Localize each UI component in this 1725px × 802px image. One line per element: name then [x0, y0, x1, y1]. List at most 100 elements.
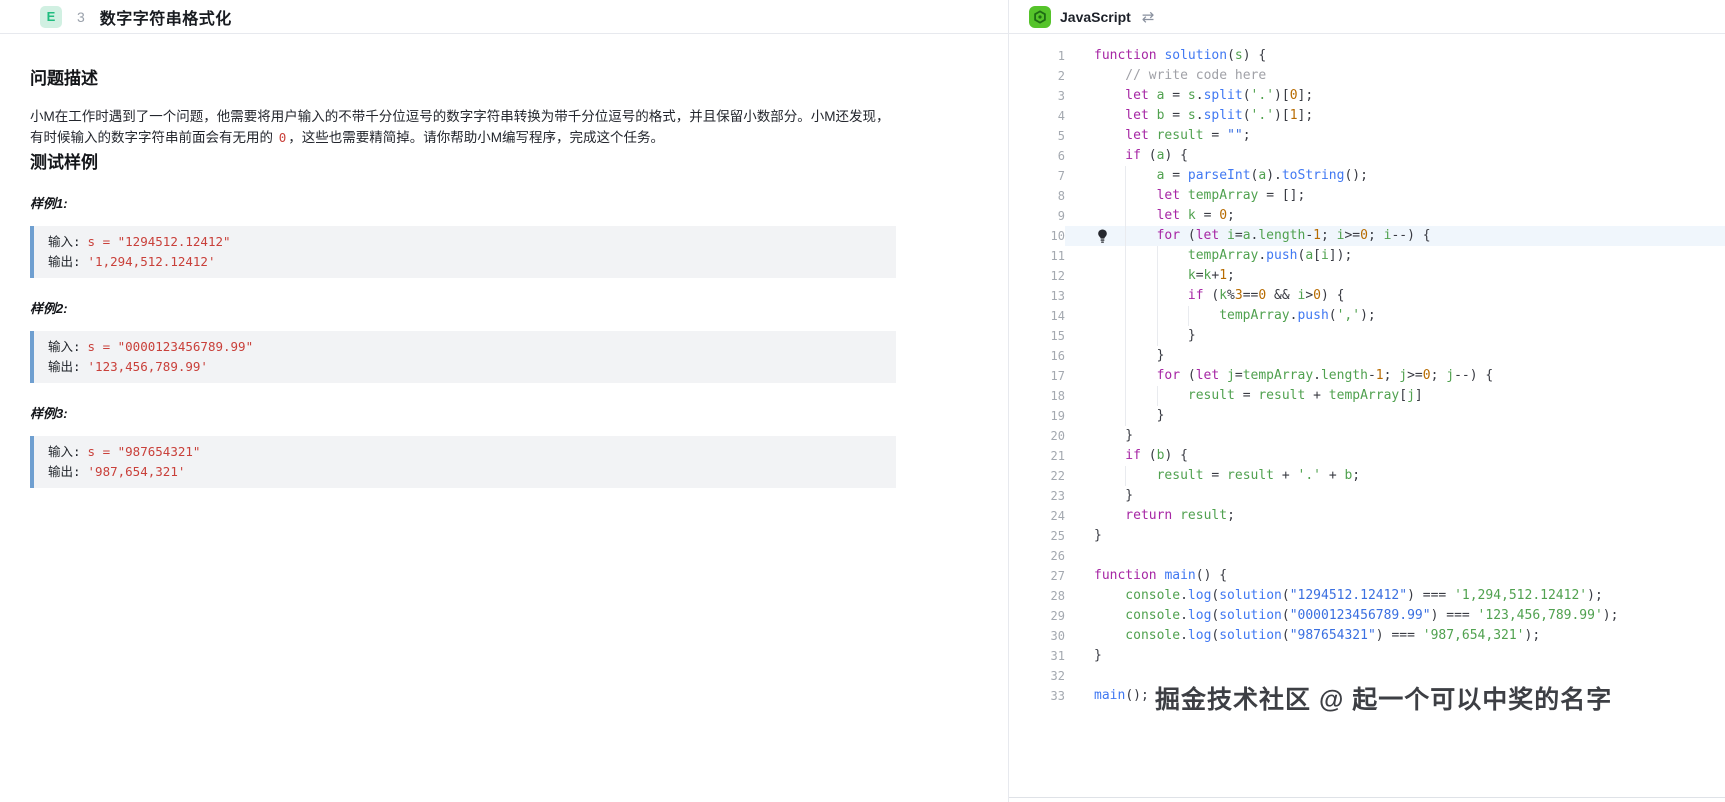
gutter [1065, 406, 1094, 426]
input-label: 输入: [48, 339, 81, 354]
code-line-16[interactable]: 16} [1009, 346, 1725, 366]
gutter [1065, 346, 1094, 366]
code-text [1094, 666, 1725, 686]
line-number[interactable]: 23 [1009, 486, 1065, 506]
output-label: 输出: [48, 464, 81, 479]
code-line-4[interactable]: 4 let b = s.split('.')[1]; [1009, 106, 1725, 126]
code-line-11[interactable]: 11 tempArray.push(a[i]); [1009, 246, 1725, 266]
line-number[interactable]: 30 [1009, 626, 1065, 646]
line-number[interactable]: 7 [1009, 166, 1065, 186]
gutter [1065, 146, 1094, 166]
code-line-2[interactable]: 2// write code here [1009, 66, 1725, 86]
line-number[interactable]: 4 [1009, 106, 1065, 126]
code-line-25[interactable]: 25} [1009, 526, 1725, 546]
code-line-17[interactable]: 17for (let j=tempArray.length-1; j>=0; j… [1009, 366, 1725, 386]
gutter [1065, 566, 1094, 586]
code-line-10[interactable]: 10for (let i=a.length-1; i>=0; i--) { [1009, 226, 1725, 246]
code-line-15[interactable]: 15} [1009, 326, 1725, 346]
gutter [1065, 106, 1094, 126]
code-line-3[interactable]: 3let a = s.split('.')[0]; [1009, 86, 1725, 106]
code-line-22[interactable]: 22result = result + '.' + b; [1009, 466, 1725, 486]
output-label: 输出: [48, 359, 81, 374]
line-number[interactable]: 32 [1009, 666, 1065, 686]
code-text: } [1094, 426, 1725, 446]
line-number[interactable]: 13 [1009, 286, 1065, 306]
input-value: s = "0000123456789.99" [88, 339, 254, 354]
line-number[interactable]: 28 [1009, 586, 1065, 606]
code-text: let b = s.split('.')[1]; [1094, 106, 1725, 126]
line-number[interactable]: 21 [1009, 446, 1065, 466]
code-line-18[interactable]: 18result = result + tempArray[j] [1009, 386, 1725, 406]
problem-title: 数字字符串格式化 [100, 5, 232, 29]
code-editor[interactable]: 1function solution(s) {2// write code he… [1009, 35, 1725, 802]
line-number[interactable]: 14 [1009, 306, 1065, 326]
code-text: if (k%3==0 && i>0) { [1094, 286, 1725, 306]
line-number[interactable]: 15 [1009, 326, 1065, 346]
line-number[interactable]: 12 [1009, 266, 1065, 286]
line-number[interactable]: 20 [1009, 426, 1065, 446]
line-number[interactable]: 9 [1009, 206, 1065, 226]
gutter [1065, 546, 1094, 566]
code-text: } [1094, 486, 1725, 506]
code-line-30[interactable]: 30console.log(solution("987654321") === … [1009, 626, 1725, 646]
line-number[interactable]: 5 [1009, 126, 1065, 146]
line-number[interactable]: 10 [1009, 226, 1065, 246]
line-number[interactable]: 25 [1009, 526, 1065, 546]
line-number[interactable]: 6 [1009, 146, 1065, 166]
line-number[interactable]: 3 [1009, 86, 1065, 106]
code-line-5[interactable]: 5let result = ""; [1009, 126, 1725, 146]
code-line-7[interactable]: 7 a = parseInt(a).toString(); [1009, 166, 1725, 186]
code-line-31[interactable]: 31} [1009, 646, 1725, 666]
example-block-1: 输入:s = "1294512.12412"输出:'1,294,512.1241… [30, 226, 896, 278]
code-line-26[interactable]: 26 [1009, 546, 1725, 566]
output-label: 输出: [48, 254, 81, 269]
gutter [1065, 606, 1094, 626]
line-number[interactable]: 19 [1009, 406, 1065, 426]
code-text: } [1094, 346, 1725, 366]
line-number[interactable]: 8 [1009, 186, 1065, 206]
line-number[interactable]: 11 [1009, 246, 1065, 266]
gutter [1065, 586, 1094, 606]
code-line-14[interactable]: 14tempArray.push(','); [1009, 306, 1725, 326]
gutter [1065, 326, 1094, 346]
editor-panel: JavaScript ⇄ 1function solution(s) {2// … [1008, 0, 1725, 802]
javascript-language-icon [1029, 6, 1051, 28]
line-number[interactable]: 1 [1009, 46, 1065, 66]
line-number[interactable]: 29 [1009, 606, 1065, 626]
code-line-1[interactable]: 1function solution(s) { [1009, 46, 1725, 66]
line-number[interactable]: 33 [1009, 686, 1065, 706]
line-number[interactable]: 26 [1009, 546, 1065, 566]
code-line-20[interactable]: 20} [1009, 426, 1725, 446]
code-line-8[interactable]: 8let tempArray = []; [1009, 186, 1725, 206]
code-line-6[interactable]: 6if (a) { [1009, 146, 1725, 166]
gutter [1065, 486, 1094, 506]
code-text: tempArray.push(a[i]); [1094, 246, 1725, 266]
code-line-28[interactable]: 28console.log(solution("1294512.12412") … [1009, 586, 1725, 606]
line-number[interactable]: 24 [1009, 506, 1065, 526]
code-line-9[interactable]: 9let k = 0; [1009, 206, 1725, 226]
line-number[interactable]: 27 [1009, 566, 1065, 586]
lightbulb-icon[interactable] [1097, 229, 1108, 244]
code-line-13[interactable]: 13 if (k%3==0 && i>0) { [1009, 286, 1725, 306]
code-line-12[interactable]: 12 k=k+1; [1009, 266, 1725, 286]
line-number[interactable]: 22 [1009, 466, 1065, 486]
line-number[interactable]: 18 [1009, 386, 1065, 406]
language-swap-icon[interactable]: ⇄ [1142, 8, 1155, 26]
code-line-19[interactable]: 19} [1009, 406, 1725, 426]
code-line-24[interactable]: 24return result; [1009, 506, 1725, 526]
language-label: JavaScript [1060, 9, 1131, 25]
code-line-33[interactable]: 33main(); [1009, 686, 1725, 706]
line-number[interactable]: 17 [1009, 366, 1065, 386]
code-text: a = parseInt(a).toString(); [1094, 166, 1725, 186]
gutter [1065, 446, 1094, 466]
line-number[interactable]: 16 [1009, 346, 1065, 366]
code-line-21[interactable]: 21if (b) { [1009, 446, 1725, 466]
code-text: k=k+1; [1094, 266, 1725, 286]
code-text: console.log(solution("0000123456789.99")… [1094, 606, 1725, 626]
code-line-29[interactable]: 29 console.log(solution("0000123456789.99… [1009, 606, 1725, 626]
code-line-23[interactable]: 23} [1009, 486, 1725, 506]
line-number[interactable]: 31 [1009, 646, 1065, 666]
code-line-32[interactable]: 32 [1009, 666, 1725, 686]
code-line-27[interactable]: 27function main() { [1009, 566, 1725, 586]
line-number[interactable]: 2 [1009, 66, 1065, 86]
